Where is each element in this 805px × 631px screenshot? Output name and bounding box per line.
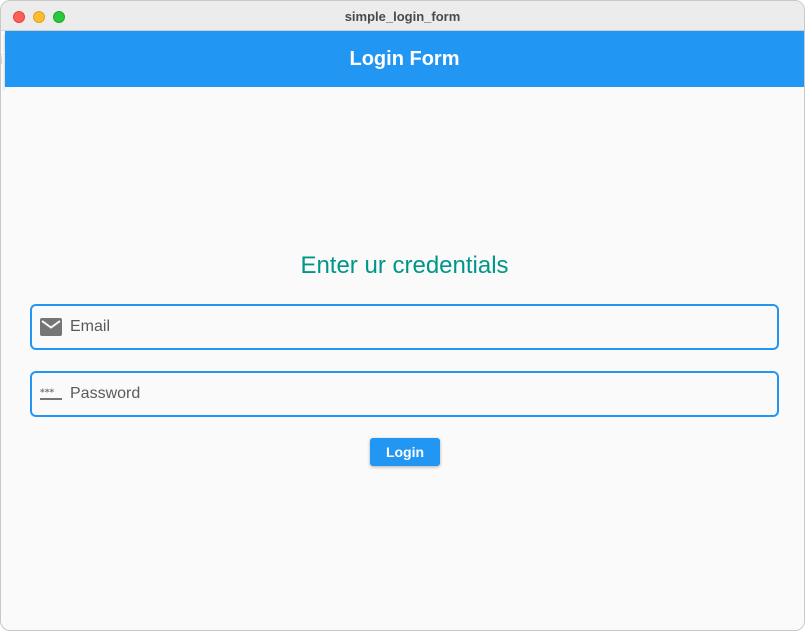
password-field[interactable]: ***: [30, 371, 779, 417]
svg-text:***: ***: [40, 388, 54, 398]
mail-icon: [40, 318, 62, 336]
app-window: simple_login_form i Login Form Enter ur …: [0, 0, 805, 631]
app-bar: Login Form: [5, 31, 804, 87]
login-body: Enter ur credentials *** Login: [5, 87, 804, 630]
window-title: simple_login_form: [344, 9, 461, 24]
password-input[interactable]: [70, 373, 760, 415]
credentials-heading: Enter ur credentials: [300, 252, 509, 279]
email-input[interactable]: [70, 306, 760, 348]
password-icon: ***: [40, 388, 62, 400]
app-bar-title: Login Form: [349, 48, 460, 70]
email-field[interactable]: [30, 304, 779, 350]
login-button[interactable]: Login: [370, 438, 440, 466]
title-bar[interactable]: simple_login_form: [1, 1, 804, 31]
